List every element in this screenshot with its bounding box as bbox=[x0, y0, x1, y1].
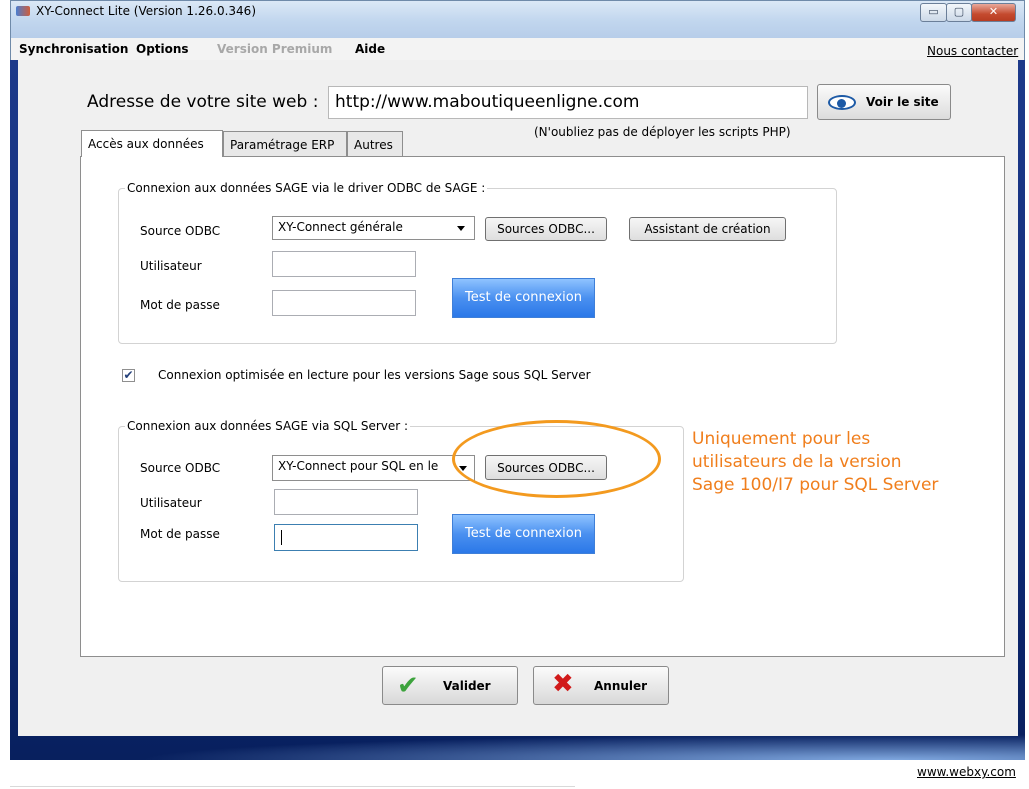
validate-label: Valider bbox=[443, 679, 491, 693]
sql-group-title: Connexion aux données SAGE via SQL Serve… bbox=[125, 419, 411, 433]
annotation-line: utilisateurs de la version bbox=[692, 452, 902, 472]
odbc-password-input[interactable] bbox=[272, 290, 416, 316]
footer bbox=[0, 760, 1029, 789]
odbc-user-input[interactable] bbox=[272, 251, 416, 277]
php-scripts-note: (N'oubliez pas de déployer les scripts P… bbox=[534, 125, 791, 139]
sql-source-label: Source ODBC bbox=[140, 461, 221, 475]
site-url-label: Adresse de votre site web : bbox=[87, 92, 319, 112]
sql-source-select[interactable]: XY-Connect pour SQL en le bbox=[272, 455, 475, 481]
tab-autres[interactable]: Autres bbox=[347, 131, 403, 157]
chevron-down-icon bbox=[457, 226, 465, 231]
site-url-input[interactable]: http://www.maboutiqueenligne.com bbox=[328, 86, 808, 119]
menu-options[interactable]: Options bbox=[136, 42, 189, 56]
annotation-line: Uniquement pour les bbox=[692, 429, 871, 449]
validate-button[interactable]: ✔ Valider bbox=[382, 666, 518, 705]
app-icon bbox=[16, 6, 30, 16]
optimized-connection-checkbox[interactable]: ✔ bbox=[122, 369, 135, 382]
view-site-button[interactable]: Voir le site bbox=[817, 84, 951, 120]
sql-user-label: Utilisateur bbox=[140, 496, 202, 510]
webxy-link[interactable]: www.webxy.com bbox=[917, 765, 1016, 779]
view-site-label: Voir le site bbox=[866, 95, 939, 109]
minimize-button[interactable]: ▭ bbox=[920, 3, 947, 22]
close-button[interactable]: ✕ bbox=[971, 3, 1016, 22]
odbc-source-label: Source ODBC bbox=[140, 224, 221, 238]
creation-assistant-button[interactable]: Assistant de création bbox=[629, 217, 786, 241]
eye-icon bbox=[828, 95, 856, 110]
odbc-group-title: Connexion aux données SAGE via le driver… bbox=[125, 181, 488, 195]
odbc-source-value: XY-Connect générale bbox=[278, 220, 403, 234]
check-icon: ✔ bbox=[397, 671, 419, 701]
tab-acces-donnees[interactable]: Accès aux données bbox=[81, 130, 223, 157]
maximize-button[interactable]: ▢ bbox=[946, 3, 972, 22]
cancel-button[interactable]: ✖ Annuler bbox=[533, 666, 669, 705]
odbc-user-label: Utilisateur bbox=[140, 259, 202, 273]
odbc-sources-button[interactable]: Sources ODBC... bbox=[485, 217, 607, 241]
annotation-text: Uniquement pour les utilisateurs de la v… bbox=[692, 428, 992, 497]
window-title: XY-Connect Lite (Version 1.26.0.346) bbox=[36, 4, 257, 18]
tab-parametrage-erp[interactable]: Paramétrage ERP bbox=[223, 131, 347, 157]
contact-link[interactable]: Nous contacter bbox=[927, 44, 1018, 58]
menu-version-premium: Version Premium bbox=[217, 42, 333, 56]
annotation-ellipse bbox=[452, 420, 661, 498]
text-cursor bbox=[281, 530, 282, 545]
optimized-connection-label: Connexion optimisée en lecture pour les … bbox=[158, 368, 591, 382]
sql-source-value: XY-Connect pour SQL en le bbox=[278, 459, 439, 473]
menu-aide[interactable]: Aide bbox=[355, 42, 385, 56]
odbc-connection-group bbox=[118, 188, 837, 344]
annotation-line: Sage 100/I7 pour SQL Server bbox=[692, 475, 939, 495]
menu-synchronisation[interactable]: Synchronisation bbox=[19, 42, 128, 56]
sql-password-label: Mot de passe bbox=[140, 527, 220, 541]
sql-password-input[interactable] bbox=[274, 524, 418, 551]
cancel-label: Annuler bbox=[594, 679, 648, 693]
sql-test-connection-button[interactable]: Test de connexion bbox=[452, 514, 595, 554]
odbc-test-connection-button[interactable]: Test de connexion bbox=[452, 278, 595, 318]
sql-user-input[interactable] bbox=[274, 489, 418, 515]
cross-icon: ✖ bbox=[552, 669, 574, 699]
status-line bbox=[10, 786, 575, 787]
odbc-source-select[interactable]: XY-Connect générale bbox=[272, 216, 475, 240]
odbc-password-label: Mot de passe bbox=[140, 298, 220, 312]
